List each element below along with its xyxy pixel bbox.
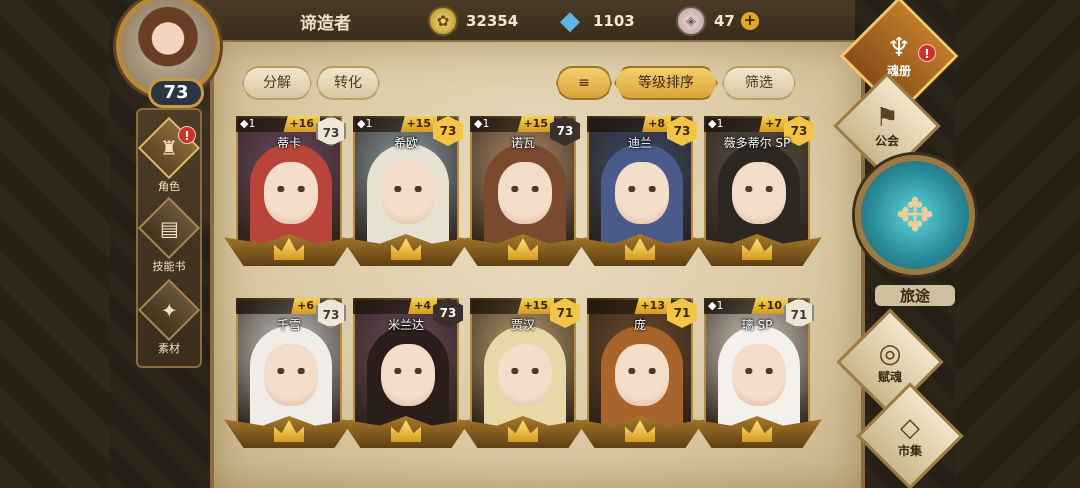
character-card[interactable]: +15 71 贾汉	[458, 298, 588, 448]
face-shape	[615, 162, 669, 224]
enhance-level: +13	[634, 298, 671, 314]
decompose-button[interactable]: 分解	[242, 66, 312, 100]
sidebar-item-label: 技能书	[152, 260, 186, 273]
gold-counter: ✿ 32354	[428, 6, 518, 36]
eyes-shape	[742, 186, 776, 192]
journey-label: 旅途	[875, 285, 955, 306]
guild-label: 公会	[874, 133, 899, 148]
talent-label: 赋魂	[877, 369, 902, 384]
character-name: 诺瓦	[510, 136, 535, 150]
face-shape	[381, 162, 435, 224]
character-card[interactable]: +4 73 米兰达	[341, 298, 471, 448]
face-shape	[381, 344, 435, 406]
character-card[interactable]: +8 73 迪兰	[575, 116, 705, 266]
soulbook-alert-badge: !	[918, 44, 936, 62]
character-name: 迪兰	[627, 136, 652, 150]
enhance-level: +10	[751, 298, 788, 314]
character-card[interactable]: +13 71 庞	[575, 298, 705, 448]
sidebar-item-material[interactable]: ✦ 素材	[137, 278, 201, 356]
eyes-shape	[391, 186, 425, 192]
gold-value: 32354	[466, 12, 519, 30]
sidebar-item-label: 素材	[158, 342, 180, 355]
journey-icon: ✥	[855, 155, 975, 275]
player-level-badge: 73	[148, 78, 204, 108]
filter-button[interactable]: 筛选	[722, 66, 796, 100]
player-name: 谛造者	[300, 14, 351, 34]
gem-counter: ◈ 47 +	[676, 6, 759, 36]
sort-order-button[interactable]: ≡	[556, 66, 612, 100]
face-shape	[615, 344, 669, 406]
sort-by-level-button[interactable]: 等级排序	[614, 66, 718, 100]
character-name: 璃 SP	[741, 318, 773, 332]
character-name: 薇多蒂尔 SP	[723, 136, 791, 150]
sidebar-item-label: 角色	[158, 180, 180, 193]
soulbook-icon: ♆	[887, 32, 911, 63]
guild-icon: ⚑	[875, 102, 899, 133]
material-icon: ✦	[137, 278, 201, 342]
eyes-shape	[625, 368, 659, 374]
crystal-icon: ◆	[560, 6, 580, 36]
eyes-shape	[742, 368, 776, 374]
enhance-level: +8	[642, 116, 671, 132]
character-card[interactable]: ◆1 +7 73 薇多蒂尔 SP	[692, 116, 822, 266]
character-name: 米兰达	[387, 318, 424, 332]
sidebar-item-skillbook[interactable]: ▤ 技能书	[137, 196, 201, 274]
skillbook-icon: ▤	[137, 196, 201, 260]
player-avatar-area[interactable]: 73	[108, 0, 228, 110]
eyes-shape	[508, 186, 542, 192]
character-name: 千雪	[276, 318, 301, 332]
character-name: 蒂卡	[276, 136, 301, 150]
character-card[interactable]: +6 73 千雪	[224, 298, 354, 448]
eyes-shape	[274, 186, 308, 192]
gem-value: 47	[714, 12, 735, 30]
gem-icon: ◈	[676, 6, 706, 36]
character-name: 贾汉	[510, 318, 535, 332]
enhance-level: +15	[400, 116, 437, 132]
character-card[interactable]: ◆1 +15 73 希欧	[341, 116, 471, 266]
market-label: 市集	[897, 443, 922, 458]
left-sidebar: ♜ 角色 ! ▤ 技能书 ✦ 素材	[136, 108, 202, 368]
convert-button[interactable]: 转化	[316, 66, 380, 100]
face-shape	[498, 162, 552, 224]
enhance-level: +7	[759, 116, 788, 132]
crystal-value: 1103	[593, 12, 635, 30]
gold-coin-icon: ✿	[428, 6, 458, 36]
crystal-counter: ◆ 1103	[555, 6, 635, 36]
character-name: 希欧	[393, 136, 418, 150]
sort-icon: ≡	[578, 75, 590, 91]
eyes-shape	[391, 368, 425, 374]
enhance-level: +4	[408, 298, 437, 314]
face-shape	[732, 162, 786, 224]
market-icon: ◇	[900, 412, 920, 443]
alert-badge: !	[178, 126, 196, 144]
character-card[interactable]: ◆1 +16 73 蒂卡	[224, 116, 354, 266]
talent-icon: ◎	[878, 338, 902, 369]
face-shape	[264, 344, 318, 406]
add-gems-button[interactable]: +	[740, 12, 759, 30]
character-card[interactable]: ◆1 +10 71 璃 SP	[692, 298, 822, 448]
eyes-shape	[625, 186, 659, 192]
enhance-level: +15	[517, 116, 554, 132]
eyes-shape	[508, 368, 542, 374]
character-name: 庞	[633, 318, 646, 332]
enhance-level: +16	[283, 116, 320, 132]
character-card[interactable]: ◆1 +15 73 诺瓦	[458, 116, 588, 266]
face-shape	[264, 162, 318, 224]
journey-button[interactable]: ✥ 旅途	[855, 155, 975, 306]
enhance-level: +6	[291, 298, 320, 314]
face-shape	[498, 344, 552, 406]
enhance-level: +15	[517, 298, 554, 314]
eyes-shape	[274, 368, 308, 374]
face-shape	[732, 344, 786, 406]
left-frame	[0, 0, 110, 488]
sidebar-item-character[interactable]: ♜ 角色 !	[137, 116, 201, 194]
